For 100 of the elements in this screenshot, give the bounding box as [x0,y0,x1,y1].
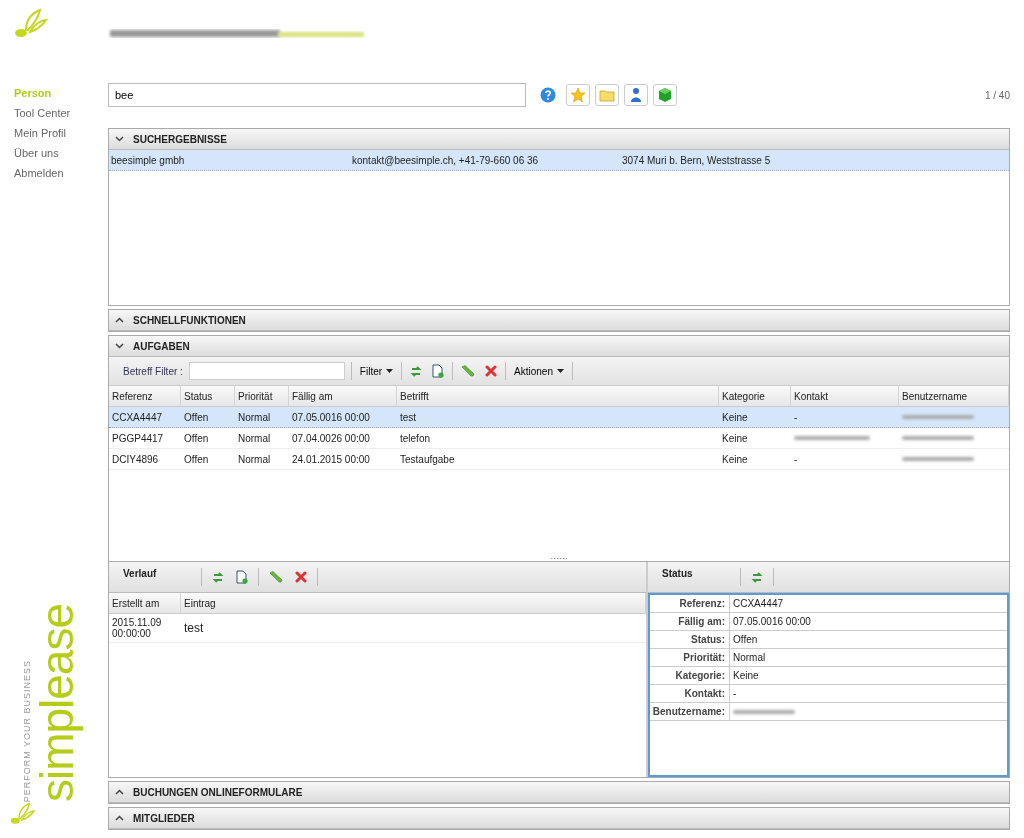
folder-icon [599,88,615,102]
field-label: Priorität: [650,649,730,666]
panel-title: SUCHERGEBNISSE [133,133,227,145]
table-cell-text: 2015.11.09 00:00:00 [111,616,163,640]
field-value: Offen [732,634,759,645]
nav-link[interactable]: Über uns [14,147,108,159]
person-icon [630,87,642,103]
help-icon[interactable] [540,87,556,103]
chevron-up-icon[interactable] [115,815,124,821]
refresh-icon [751,570,763,584]
refresh-icon [410,364,423,378]
add-button[interactable] [234,570,250,584]
column-header[interactable]: Priorität [235,386,289,407]
table-cell-text: Normal [237,453,272,465]
result-contact: kontakt@beesimple.ch, +41-79-660 06 36 [352,154,540,166]
task-row[interactable]: CCXA4447 Offen Normal 07.05.0016 00:00 test Keine - [109,407,1009,428]
bee-logo [12,8,48,40]
column-header[interactable]: Eintrag [181,593,646,614]
panel-title: BUCHUNGEN ONLINEFORMULARE [133,786,303,798]
cube-button[interactable] [653,84,677,106]
chevron-down-icon[interactable] [115,343,124,349]
column-header[interactable]: Erstellt am [109,593,181,614]
caret-icon [386,369,394,373]
nav-link[interactable]: Tool Center [14,107,108,119]
pencil-icon [461,365,476,377]
edit-button[interactable] [267,571,285,583]
table-cell-text: Keine [721,453,749,465]
nav-link[interactable]: Abmelden [14,167,108,179]
cube-icon [657,87,673,103]
table-cell-text: Offen [183,453,210,465]
delete-icon [295,571,307,583]
refresh-icon [212,570,224,584]
chevron-up-icon[interactable] [115,317,124,323]
column-header[interactable]: Fällig am [289,386,397,407]
table-cell-text: Normal [237,432,272,444]
favorites-button[interactable] [566,84,590,106]
table-cell-text: Offen [183,432,210,444]
table-cell-text: 24.01.2015 00:00 [291,453,371,465]
field-label: Status: [650,631,730,648]
field-label: Benutzername: [650,703,730,720]
refresh-button[interactable] [749,570,765,584]
column-header[interactable]: Status [181,386,235,407]
brand-tagline: PERFORM YOUR BUSINESS [22,659,32,802]
delete-button[interactable] [293,571,309,583]
result-name: beesimple gmbh [111,154,186,166]
status-title: Status [662,567,694,579]
add-document-icon [236,570,248,584]
table-cell-text: test [399,411,418,423]
delete-icon [485,365,498,377]
search-field[interactable]: bee [108,83,526,107]
history-title: Verlauf [123,567,158,579]
add-document-icon [432,364,445,378]
add-button[interactable] [430,364,447,378]
column-header[interactable]: Referenz [109,386,181,407]
result-row[interactable]: beesimple gmbh kontakt@beesimple.ch, +41-79-660 06 36 3074 Muri b. Bern, Weststrasse 5 [109,150,1009,171]
field-value: CCXA4447 [732,598,785,609]
nav-link[interactable]: Mein Profil [14,127,108,139]
table-cell-text: - [793,411,799,423]
column-header[interactable]: Kontakt [791,386,899,407]
table-cell-text: Normal [237,411,272,423]
filter-label: Betreff Filter : [123,365,183,377]
table-cell-text: - [793,453,799,465]
table-cell-text: Keine [721,411,749,423]
filter-menu[interactable]: Filter [357,365,396,377]
table-cell-text: telefon [399,432,432,444]
field-label: Referenz: [650,595,730,612]
result-address: 3074 Muri b. Bern, Weststrasse 5 [622,154,772,166]
table-cell-text: CCXA4447 [111,411,164,423]
person-button[interactable] [624,84,648,106]
column-header[interactable]: Benutzername [899,386,1009,407]
bee-logo [8,802,36,826]
column-header[interactable]: Betrifft [397,386,719,407]
table-cell-text: PGGP4417 [111,432,165,444]
field-value: - [732,688,738,699]
refresh-button[interactable] [210,570,226,584]
page-counter: 1 / 40 [984,89,1010,101]
blurred-text [902,415,974,419]
field-label: Fällig am: [650,613,730,630]
blurred-text [902,457,974,461]
panel-title: SCHNELLFUNKTIONEN [133,314,246,326]
panel-title: AUFGABEN [133,340,190,352]
panel-title: MITGLIEDER [133,812,195,824]
table-cell-text: Keine [721,432,749,444]
column-header[interactable]: Kategorie [719,386,791,407]
blurred-text [733,709,795,714]
star-icon [570,87,586,103]
table-cell-text: Offen [183,411,210,423]
chevron-down-icon[interactable] [115,136,124,142]
splitter-handle[interactable] [550,556,568,560]
field-value: 07.05.0016 00:00 [732,616,812,627]
caret-icon [557,369,564,373]
actions-menu[interactable]: Aktionen [512,365,566,377]
pencil-icon [269,571,283,583]
filter-field[interactable] [188,362,345,380]
table-cell-text: Testaufgabe [399,453,456,465]
table-cell-text: DCIY4896 [111,453,160,465]
table-cell-text: 07.04.0026 00:00 [291,432,371,444]
table-cell-text: 07.05.0016 00:00 [291,411,371,423]
table-cell-text: test [183,621,205,635]
chevron-up-icon[interactable] [115,789,124,795]
